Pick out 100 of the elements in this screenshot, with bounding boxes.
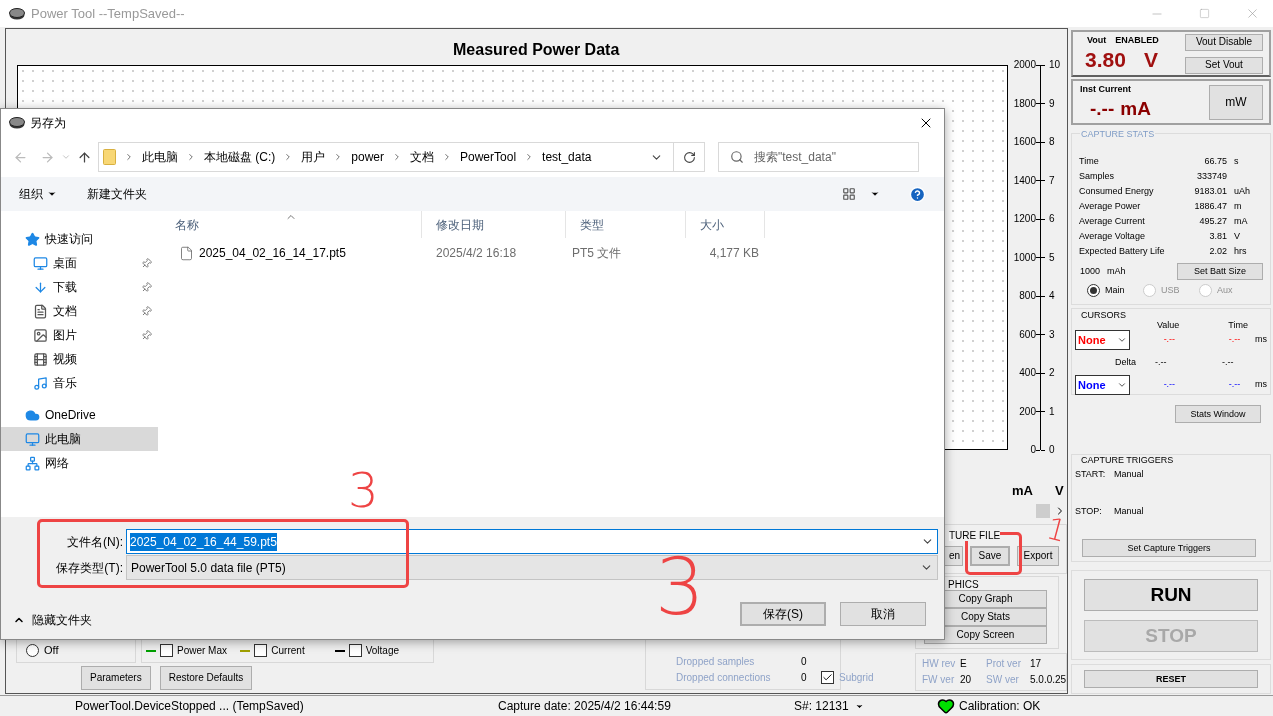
checkbox[interactable]	[254, 644, 268, 657]
annotation-number: 1	[1043, 514, 1070, 546]
nav-item[interactable]: 桌面	[1, 251, 158, 275]
hide-folders-toggle[interactable]: 隐藏文件夹	[13, 611, 92, 629]
app-icon	[9, 117, 25, 129]
unit-label: ms	[1255, 333, 1267, 347]
column-header[interactable]: 修改日期	[422, 211, 566, 238]
network-icon	[25, 455, 40, 471]
button[interactable]: Restore Defaults	[159, 666, 253, 690]
button[interactable]: Vout Disable	[1185, 33, 1263, 51]
counter-label: Dropped samples	[676, 654, 756, 669]
cursor-select[interactable]: None	[1075, 375, 1130, 395]
nav-item[interactable]: 音乐	[1, 371, 158, 395]
nav-item[interactable]: 视频	[1, 347, 158, 371]
stat-unit: V	[1234, 229, 1240, 243]
column-header[interactable]: 大小	[686, 211, 765, 238]
checkbox[interactable]	[348, 644, 362, 657]
stat-label: Consumed Energy	[1079, 184, 1155, 198]
breadcrumb-separator-icon	[392, 152, 402, 162]
nav-item[interactable]: 下载	[1, 275, 158, 299]
button[interactable]: RESET	[1084, 670, 1258, 688]
dialog-title: 另存为	[30, 115, 66, 132]
help-icon[interactable]	[909, 185, 926, 203]
caret-icon[interactable]	[870, 189, 880, 199]
button[interactable]: 取消	[840, 601, 926, 626]
stat-label: Expected Battery Life	[1079, 244, 1166, 258]
button[interactable]: Set Vout	[1185, 56, 1263, 74]
group-title: PHICS	[948, 578, 979, 592]
cursor-time: -.--	[1228, 333, 1242, 347]
filename-field[interactable]: 2025_04_02_16_44_59.pt5	[126, 529, 938, 554]
button[interactable]: RUN	[1084, 578, 1258, 611]
nav-item[interactable]: 图片	[1, 323, 158, 347]
checkbox[interactable]	[821, 670, 834, 684]
chart-title: Measured Power Data	[453, 40, 620, 58]
toolbar-button[interactable]: 组织	[19, 185, 57, 203]
nav-item[interactable]: 网络	[1, 451, 158, 475]
status-message: PowerTool.DeviceStopped ... (TempSaved)	[75, 698, 305, 715]
axis-label: 2	[1049, 368, 1055, 378]
search-field[interactable]: 搜索"test_data"	[718, 142, 919, 172]
stat-value: 1886.47	[1193, 199, 1227, 213]
file-row[interactable]: 2025_04_02_16_14_17.pt5 2025/4/2 16:18 PT5 文件 4,177 KB	[161, 238, 944, 268]
breadcrumb-item[interactable]: 此电脑	[142, 148, 178, 166]
status-text: ENABLED	[1115, 33, 1159, 47]
cursor-select[interactable]: None	[1075, 330, 1130, 350]
heart-icon	[937, 697, 955, 715]
radio-button[interactable]	[1087, 284, 1100, 298]
button[interactable]: mW	[1209, 84, 1263, 120]
stat-value: 3.81	[1208, 229, 1227, 243]
nav-item[interactable]: 此电脑	[1, 427, 158, 451]
file-name: 2025_04_02_16_14_17.pt5	[199, 245, 346, 262]
address-bar[interactable]: 此电脑 本地磁盘 (C:) 用户 power 文档 PowerTool test_data	[98, 142, 674, 172]
button[interactable]: Set Batt Size	[1177, 263, 1263, 280]
refresh-icon	[682, 150, 696, 164]
monitor-icon	[33, 255, 48, 271]
checkbox-label: Current	[271, 644, 305, 658]
trigger-label: START:	[1075, 468, 1107, 479]
nav-item[interactable]: 快速访问	[1, 227, 158, 251]
breadcrumb-item[interactable]: power	[351, 148, 384, 166]
group-title: CURSORS	[1081, 309, 1126, 322]
button[interactable]: Save	[970, 546, 1010, 566]
stat-unit: m	[1234, 199, 1242, 213]
button[interactable]: Stats Window	[1175, 405, 1261, 423]
group-title: CAPTURE TRIGGERS	[1081, 454, 1174, 467]
field-label: 保存类型(T):	[55, 559, 123, 577]
version-label: Prot ver	[986, 657, 1022, 671]
view-options-icon[interactable]	[842, 187, 856, 201]
breadcrumb-item[interactable]: 用户	[301, 148, 326, 166]
axis-label: 8	[1049, 137, 1055, 147]
button[interactable]: Export	[1017, 546, 1059, 566]
nav-item[interactable]: 文档	[1, 299, 158, 323]
radio-button[interactable]	[26, 644, 39, 657]
checkbox[interactable]	[160, 644, 173, 657]
counter-label: Dropped connections	[676, 670, 772, 685]
breadcrumb-item[interactable]: PowerTool	[460, 148, 517, 166]
column-header[interactable]: 名称	[161, 211, 422, 238]
scrollbar-thumb[interactable]	[1036, 503, 1050, 518]
axis-unit: mA	[1012, 482, 1033, 500]
refresh-button[interactable]	[674, 142, 705, 172]
button[interactable]: 保存(S)	[740, 601, 826, 626]
axis-label: 600	[1019, 329, 1036, 340]
column-header: Time	[1228, 319, 1249, 330]
toolbar-button[interactable]: 新建文件夹	[87, 185, 147, 203]
field-label: 文件名(N):	[66, 533, 123, 551]
axis-label: 800	[1019, 291, 1036, 301]
breadcrumb-item[interactable]: 文档	[410, 148, 434, 166]
button[interactable]: Set Capture Triggers	[1082, 539, 1256, 557]
button[interactable]: Parameters	[81, 666, 151, 690]
file-type: PT5 文件	[571, 245, 623, 262]
delta-label: Delta	[1115, 355, 1136, 369]
version-value: E	[960, 657, 968, 671]
down-arrow-icon	[33, 279, 48, 295]
current-reading: -.--	[1090, 96, 1115, 121]
nav-item[interactable]: OneDrive	[1, 403, 158, 427]
breadcrumb-item[interactable]: test_data	[542, 148, 592, 166]
axis-label: 2000	[1013, 60, 1036, 70]
radio-label: Main	[1105, 284, 1125, 297]
serial-number[interactable]: S#: 12131	[794, 697, 937, 715]
column-header[interactable]: 类型	[566, 211, 686, 238]
stat-unit: uAh	[1234, 184, 1250, 198]
breadcrumb-item[interactable]: 本地磁盘 (C:)	[204, 148, 276, 166]
